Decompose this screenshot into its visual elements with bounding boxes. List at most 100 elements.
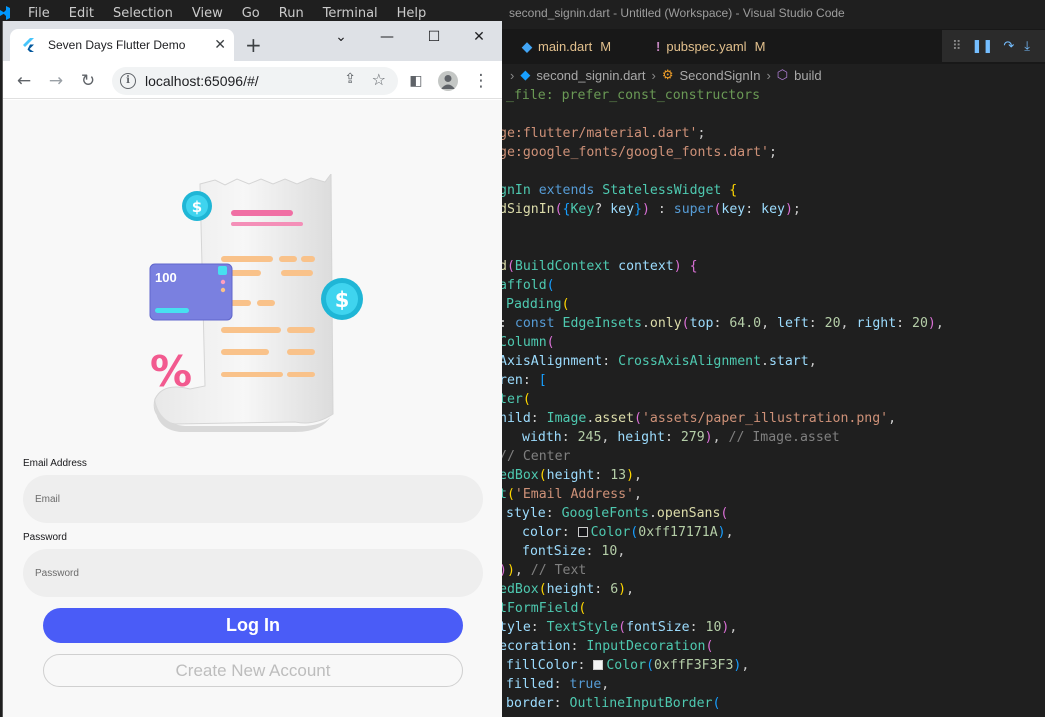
code-line: edBox(height: 13), — [502, 468, 642, 483]
new-tab-button[interactable]: + — [245, 33, 262, 57]
vscode-logo-icon — [0, 6, 10, 20]
password-label: Password — [23, 532, 67, 543]
code-line: filled: true, — [506, 677, 610, 692]
step-over-icon[interactable]: ↷ — [1003, 39, 1014, 54]
browser-tab-strip: Seven Days Flutter Demo ✕ + ⌄ — ☐ ✕ — [3, 21, 502, 61]
breadcrumb-file[interactable]: second_signin.dart — [536, 68, 645, 83]
minimize-icon[interactable]: — — [373, 25, 401, 49]
modified-badge: M — [754, 39, 766, 54]
code-line: width: 245, height: 279), // Image.asset — [522, 430, 840, 445]
code-line: ren: [ — [502, 373, 547, 388]
url-text[interactable]: localhost:65096/#/ — [145, 73, 259, 89]
star-icon[interactable]: ☆ — [372, 70, 386, 89]
email-field[interactable] — [23, 475, 483, 523]
flutter-logo-icon — [23, 38, 34, 52]
card-amount: 100 — [155, 270, 177, 285]
menu-selection[interactable]: Selection — [113, 6, 173, 21]
yaml-icon: ! — [656, 39, 661, 54]
app-page: 100 $ $ % Email Address Password — [3, 100, 502, 717]
menu-run[interactable]: Run — [279, 6, 304, 21]
percent-symbol: % — [150, 347, 192, 396]
password-field[interactable] — [23, 549, 483, 597]
drag-handle-icon[interactable]: ⠿ — [952, 39, 962, 54]
reload-icon[interactable]: ↻ — [77, 70, 99, 92]
debug-toolbar: ⠿ ❚❚ ↷ ⤓ — [942, 30, 1045, 62]
step-into-icon[interactable]: ⤓ — [1024, 39, 1030, 54]
menu-go[interactable]: Go — [242, 6, 260, 21]
menu-edit[interactable]: Edit — [69, 6, 94, 21]
email-input[interactable] — [23, 475, 483, 523]
desktop: File Edit Selection View Go Run Terminal… — [0, 0, 1045, 717]
share-icon[interactable]: ⇪ — [344, 71, 356, 87]
color-swatch[interactable] — [577, 527, 588, 537]
color-swatch[interactable] — [593, 660, 604, 670]
code-editor[interactable]: _file: prefer_const_constructors ge:flut… — [502, 86, 1045, 717]
vscode-menu-bar: File Edit Selection View Go Run Terminal… — [28, 6, 445, 21]
chevron-right-icon: › — [766, 67, 771, 83]
address-bar[interactable]: i localhost:65096/#/ ⇪ ☆ — [112, 67, 398, 95]
tab-pubspec-yaml[interactable]: ! pubspec.yaml M — [656, 29, 765, 64]
menu-help[interactable]: Help — [397, 6, 427, 21]
code-line: : const EdgeInsets.only(top: 64.0, left:… — [502, 316, 944, 331]
code-line: dSignIn({Key? key}) : super(key: key); — [502, 202, 801, 217]
code-line: d(BuildContext context) { — [502, 259, 698, 274]
code-line: )), // Text — [502, 563, 587, 578]
browser-window: Seven Days Flutter Demo ✕ + ⌄ — ☐ ✕ ← → … — [2, 21, 502, 717]
code-line: // Center — [502, 449, 571, 464]
info-icon[interactable]: i — [120, 73, 136, 89]
paper-receipt-illustration: 100 $ $ % — [149, 174, 363, 432]
code-line: fontSize: 10, — [522, 544, 626, 559]
code-line: Column( — [502, 335, 555, 350]
browser-tab-title: Seven Days Flutter Demo — [48, 38, 186, 52]
login-button[interactable]: Log In — [43, 608, 463, 643]
code-line: affold( — [502, 278, 555, 293]
breadcrumb: › ◆ second_signin.dart › ⚙ SecondSignIn … — [502, 64, 1045, 86]
code-line: ge:flutter/material.dart'; — [502, 126, 706, 141]
code-line: t('Email Address', — [502, 487, 642, 502]
code-line: edBox(height: 6), — [502, 582, 635, 597]
browser-tab[interactable]: Seven Days Flutter Demo ✕ — [10, 29, 234, 61]
menu-file[interactable]: File — [28, 6, 50, 21]
back-arrow-icon[interactable]: ← — [13, 70, 35, 92]
more-menu-icon[interactable]: ⋮ — [470, 70, 492, 92]
class-icon: ⚙ — [661, 67, 674, 82]
code-line: AxisAlignment: CrossAxisAlignment.start, — [502, 354, 817, 369]
modified-badge: M — [600, 39, 612, 54]
code-line: style: GoogleFonts.openSans( — [506, 506, 729, 521]
code-line: ecoration: InputDecoration( — [502, 639, 714, 654]
method-icon: ⬡ — [776, 67, 789, 82]
close-window-icon[interactable]: ✕ — [465, 25, 493, 49]
dart-file-icon: ◆ — [520, 67, 531, 82]
code-line: border: OutlineInputBorder( — [506, 696, 721, 711]
tab-main-dart[interactable]: ◆ main.dart M — [522, 29, 611, 64]
code-line: _file: prefer_const_constructors — [506, 88, 761, 103]
password-input[interactable] — [23, 549, 483, 597]
breadcrumb-method[interactable]: build — [794, 68, 821, 83]
tab-label: main.dart — [538, 39, 593, 54]
chevron-right-icon: › — [651, 67, 656, 83]
coin-symbol: $ — [192, 198, 202, 216]
forward-arrow-icon[interactable]: → — [45, 70, 67, 92]
create-account-button[interactable]: Create New Account — [43, 654, 463, 687]
code-line: tyle: TextStyle(fontSize: 10), — [502, 620, 738, 635]
close-tab-icon[interactable]: ✕ — [214, 37, 226, 53]
code-line: fillColor: Color(0xffF3F3F3), — [506, 658, 750, 673]
code-line: hild: Image.asset('assets/paper_illustra… — [502, 411, 897, 426]
code-line: color: Color(0xff17171A), — [522, 525, 734, 540]
chevron-right-icon: › — [510, 67, 515, 83]
code-line: Padding( — [506, 297, 570, 312]
browser-toolbar: ← → ↻ i localhost:65096/#/ ⇪ ☆ ◧ ⋮ — [3, 61, 502, 99]
breadcrumb-class[interactable]: SecondSignIn — [679, 68, 760, 83]
coin-symbol: $ — [335, 288, 350, 312]
tab-label: pubspec.yaml — [666, 39, 747, 54]
pause-icon[interactable]: ❚❚ — [972, 39, 994, 54]
maximize-icon[interactable]: ☐ — [420, 25, 448, 49]
menu-terminal[interactable]: Terminal — [323, 6, 378, 21]
profile-avatar-icon[interactable] — [438, 71, 458, 91]
email-label: Email Address — [23, 458, 87, 469]
side-panel-icon[interactable]: ◧ — [405, 70, 427, 92]
dart-icon: ◆ — [522, 38, 532, 54]
menu-view[interactable]: View — [192, 6, 223, 21]
chevron-down-icon[interactable]: ⌄ — [327, 25, 355, 49]
code-line: tFormField( — [502, 601, 587, 616]
